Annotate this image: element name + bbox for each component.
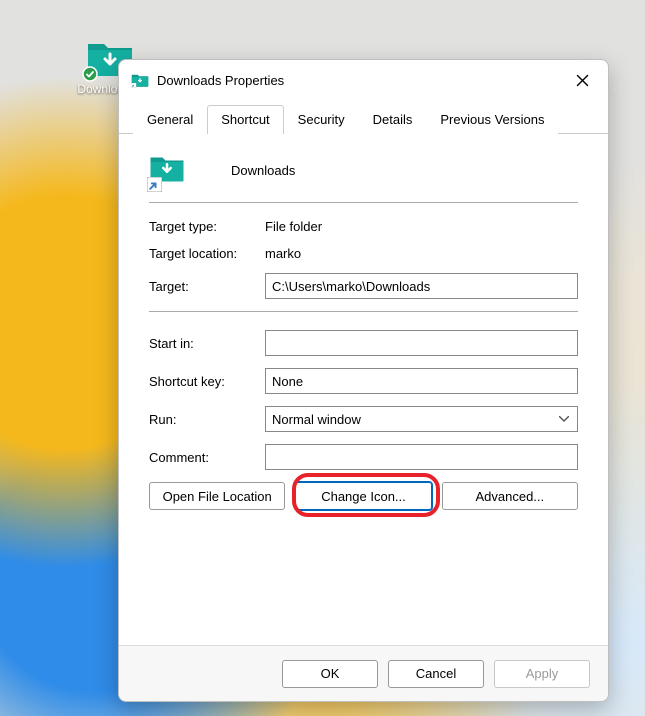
tab-strip: General Shortcut Security Details Previo… bbox=[119, 104, 608, 134]
run-select[interactable]: Normal window bbox=[265, 406, 578, 432]
apply-button: Apply bbox=[494, 660, 590, 688]
shortcut-key-input[interactable] bbox=[265, 368, 578, 394]
titlebar: Downloads Properties bbox=[119, 60, 608, 100]
tab-general[interactable]: General bbox=[133, 105, 207, 134]
tab-security[interactable]: Security bbox=[284, 105, 359, 134]
open-file-location-button[interactable]: Open File Location bbox=[149, 482, 285, 510]
target-type-value: File folder bbox=[265, 219, 322, 234]
target-type-label: Target type: bbox=[149, 219, 265, 234]
advanced-button[interactable]: Advanced... bbox=[442, 482, 578, 510]
target-location-value: marko bbox=[265, 246, 301, 261]
cancel-button[interactable]: Cancel bbox=[388, 660, 484, 688]
target-label: Target: bbox=[149, 279, 265, 294]
properties-dialog: Downloads Properties General Shortcut Se… bbox=[118, 59, 609, 702]
tab-content: Downloads Target type: File folder Targe… bbox=[119, 134, 608, 645]
shortcut-name: Downloads bbox=[231, 163, 295, 178]
tab-previous-versions[interactable]: Previous Versions bbox=[426, 105, 558, 134]
ok-button[interactable]: OK bbox=[282, 660, 378, 688]
tab-details[interactable]: Details bbox=[359, 105, 427, 134]
shortcut-icon bbox=[149, 152, 185, 188]
tab-shortcut[interactable]: Shortcut bbox=[207, 105, 283, 134]
change-icon-button[interactable]: Change Icon... bbox=[295, 482, 431, 510]
comment-input[interactable] bbox=[265, 444, 578, 470]
dialog-footer: OK Cancel Apply bbox=[119, 645, 608, 701]
close-button[interactable] bbox=[568, 66, 596, 94]
run-label: Run: bbox=[149, 412, 265, 427]
window-title: Downloads Properties bbox=[157, 73, 560, 88]
window-icon bbox=[131, 71, 149, 89]
target-location-label: Target location: bbox=[149, 246, 265, 261]
shortcut-key-label: Shortcut key: bbox=[149, 374, 265, 389]
start-in-label: Start in: bbox=[149, 336, 265, 351]
start-in-input[interactable] bbox=[265, 330, 578, 356]
target-input[interactable] bbox=[265, 273, 578, 299]
comment-label: Comment: bbox=[149, 450, 265, 465]
separator bbox=[149, 311, 578, 312]
close-icon bbox=[576, 74, 589, 87]
